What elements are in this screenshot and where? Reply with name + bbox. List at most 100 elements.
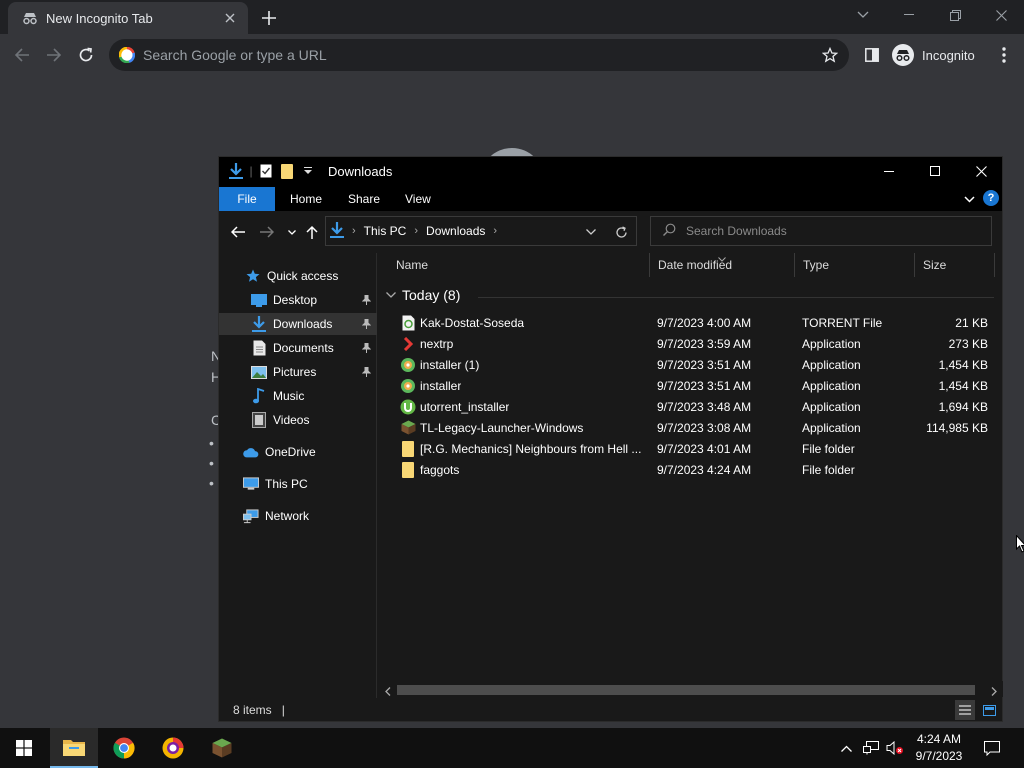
explorer-minimize-button[interactable] — [866, 157, 912, 185]
new-tab-button[interactable] — [258, 7, 280, 29]
chrome-menu-icon[interactable] — [994, 43, 1014, 67]
properties-icon[interactable] — [257, 161, 275, 181]
file-date-modified: 9/7/2023 3:51 AM — [657, 378, 752, 393]
file-row[interactable]: [R.G. Mechanics] Neighbours from Hell ..… — [378, 438, 998, 459]
reload-button[interactable] — [73, 42, 99, 68]
file-type: Application — [802, 336, 861, 351]
taskbar-minecraft[interactable] — [198, 728, 246, 768]
file-name: TL-Legacy-Launcher-Windows — [420, 420, 584, 435]
ribbon-tab-file[interactable]: File — [219, 187, 275, 211]
explorer-close-button[interactable] — [958, 157, 1004, 185]
breadcrumb-separator-icon[interactable]: › — [493, 225, 497, 237]
explorer-forward-button[interactable] — [257, 222, 277, 242]
pin-icon[interactable] — [361, 343, 371, 353]
explorer-status-bar: 8 items | — [219, 698, 1002, 721]
file-row[interactable]: utorrent_installer 9/7/2023 3:48 AM Appl… — [378, 396, 998, 417]
taskbar-file-explorer[interactable] — [50, 728, 98, 768]
file-name: installer (1) — [420, 357, 480, 372]
help-icon[interactable]: ? — [983, 190, 999, 206]
details-view-icon[interactable] — [955, 700, 975, 720]
chrome-tab-new-incognito[interactable]: New Incognito Tab — [8, 2, 248, 34]
ribbon-tab-home[interactable]: Home — [290, 187, 322, 211]
taskbar-browser[interactable] — [149, 728, 197, 768]
scroll-right-icon[interactable] — [991, 685, 997, 699]
chrome-minimize-button[interactable] — [886, 0, 932, 30]
tab-search-chevron-icon[interactable] — [840, 0, 886, 30]
horizontal-scrollbar[interactable] — [381, 681, 1003, 697]
breadcrumb-separator-icon[interactable]: › — [414, 225, 418, 237]
volume-muted-icon[interactable] — [885, 738, 905, 758]
file-row[interactable]: Kak-Dostat-Soseda 9/7/2023 4:00 AM TORRE… — [378, 312, 998, 333]
explorer-navigation-pane: Quick access Desktop Downloads Documents… — [219, 253, 377, 698]
explorer-search-box[interactable] — [650, 216, 992, 246]
tab-close-icon[interactable] — [222, 10, 238, 26]
start-button[interactable] — [0, 728, 48, 768]
ribbon-tab-share[interactable]: Share — [348, 187, 380, 211]
file-row[interactable]: TL-Legacy-Launcher-Windows 9/7/2023 3:08… — [378, 417, 998, 438]
nav-item-desktop[interactable]: Desktop — [219, 289, 377, 311]
large-icons-view-icon[interactable] — [979, 700, 999, 720]
file-date-modified: 9/7/2023 3:48 AM — [657, 399, 752, 414]
column-header-name[interactable]: Name — [388, 253, 650, 277]
nav-item-pictures[interactable]: Pictures — [219, 361, 377, 383]
address-history-chevron-icon[interactable] — [582, 223, 600, 241]
nav-item-quick-access[interactable]: Quick access — [219, 265, 377, 287]
breadcrumb-separator-icon[interactable]: › — [352, 225, 356, 237]
nav-item-this-pc[interactable]: This PC — [219, 473, 377, 495]
pin-icon[interactable] — [361, 367, 371, 377]
nav-item-videos[interactable]: Videos — [219, 409, 377, 431]
group-collapse-chevron-icon[interactable] — [386, 292, 396, 298]
new-folder-icon[interactable] — [278, 161, 296, 181]
pin-icon[interactable] — [361, 319, 371, 329]
column-header-size[interactable]: Size — [915, 253, 995, 277]
file-row[interactable]: installer 9/7/2023 3:51 AM Application 1… — [378, 375, 998, 396]
file-row[interactable]: faggots 9/7/2023 4:24 AM File folder — [378, 459, 998, 480]
breadcrumb-downloads[interactable]: Downloads — [426, 224, 485, 238]
explorer-back-button[interactable] — [228, 222, 248, 242]
explorer-maximize-button[interactable] — [912, 157, 958, 185]
file-size: 1,454 KB — [938, 357, 988, 372]
bookmark-star-icon[interactable] — [815, 40, 845, 70]
explorer-search-input[interactable] — [686, 224, 991, 238]
up-one-level-button[interactable] — [302, 222, 322, 242]
taskbar-chrome[interactable] — [100, 728, 148, 768]
incognito-label: Incognito — [922, 47, 975, 63]
nav-item-downloads[interactable]: Downloads — [219, 313, 377, 335]
address-bar[interactable]: › This PC › Downloads › — [325, 216, 637, 246]
file-row[interactable]: nextrp 9/7/2023 3:59 AM Application 273 … — [378, 333, 998, 354]
breadcrumb-this-pc[interactable]: This PC — [364, 224, 407, 238]
chrome-close-button[interactable] — [978, 0, 1024, 30]
taskbar-clock[interactable]: 4:24 AM 9/7/2023 — [904, 731, 974, 765]
recent-locations-chevron-icon[interactable] — [282, 222, 302, 242]
music-icon — [251, 388, 267, 404]
pin-icon[interactable] — [361, 295, 371, 305]
ribbon-expand-chevron-icon[interactable] — [961, 191, 977, 207]
scroll-left-icon[interactable] — [385, 685, 391, 699]
nav-item-music[interactable]: Music — [219, 385, 377, 407]
search-icon — [663, 223, 676, 239]
incognito-avatar-icon — [892, 44, 914, 66]
nav-item-documents[interactable]: Documents — [219, 337, 377, 359]
incognito-profile-button[interactable]: Incognito — [890, 43, 983, 67]
separator: | — [249, 164, 253, 178]
group-header-today[interactable]: Today (8) — [386, 287, 460, 303]
network-status-icon[interactable] — [861, 738, 881, 758]
omnibox[interactable] — [109, 39, 849, 71]
qa-customize-chevron-icon[interactable] — [299, 161, 317, 181]
show-hidden-icons-chevron-icon[interactable] — [836, 738, 856, 758]
action-center-icon[interactable] — [982, 738, 1002, 758]
chrome-restore-button[interactable] — [932, 0, 978, 30]
side-panel-icon[interactable] — [860, 43, 884, 67]
nav-item-network[interactable]: Network — [219, 505, 377, 527]
omnibox-input[interactable] — [143, 47, 815, 63]
forward-button[interactable] — [41, 42, 67, 68]
refresh-icon[interactable] — [612, 223, 630, 241]
column-header-type[interactable]: Type — [795, 253, 915, 277]
nav-item-label: Videos — [273, 413, 310, 427]
file-row[interactable]: installer (1) 9/7/2023 3:51 AM Applicati… — [378, 354, 998, 375]
downloads-icon — [251, 316, 267, 332]
back-button[interactable] — [9, 42, 35, 68]
ribbon-tab-view[interactable]: View — [405, 187, 431, 211]
nav-item-onedrive[interactable]: OneDrive — [219, 441, 377, 463]
scrollbar-thumb[interactable] — [397, 685, 975, 695]
